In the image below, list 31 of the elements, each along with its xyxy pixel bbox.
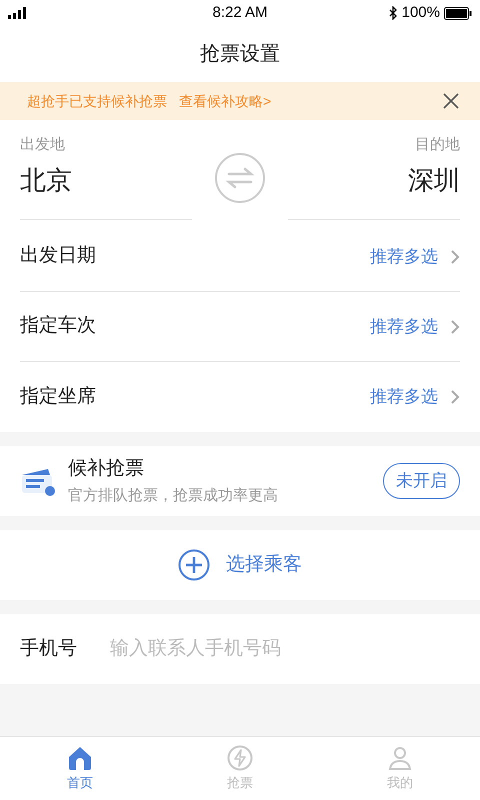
option-row[interactable]: 指定车次 推荐多选 bbox=[20, 292, 460, 362]
waitlist-title: 候补抢票 bbox=[68, 456, 145, 480]
phone-input[interactable]: 输入联系人手机号码 bbox=[110, 614, 480, 684]
home-icon bbox=[67, 744, 93, 771]
chevron-right-icon bbox=[450, 389, 460, 405]
to-city[interactable]: 深圳 bbox=[408, 160, 460, 200]
waitlist-toggle-button[interactable]: 未开启 bbox=[383, 463, 460, 499]
option-row[interactable]: 出发日期 推荐多选 bbox=[20, 222, 460, 292]
notice-text: 超抢手已支持候补抢票 bbox=[27, 92, 167, 110]
select-passenger-button[interactable]: 选择乘客 bbox=[178, 549, 302, 581]
phone-label: 手机号 bbox=[0, 614, 110, 684]
swap-icon bbox=[214, 152, 266, 204]
from-label: 出发地 bbox=[20, 135, 66, 155]
plus-icon bbox=[178, 549, 210, 581]
status-time: 8:22 AM bbox=[212, 2, 268, 23]
signal-icon bbox=[8, 7, 28, 19]
tab-item[interactable]: 首页 bbox=[0, 737, 160, 800]
person-icon bbox=[387, 744, 413, 771]
page-title: 抢票设置 bbox=[200, 42, 280, 67]
chevron-right-icon bbox=[450, 318, 460, 334]
to-label: 目的地 bbox=[415, 135, 460, 155]
option-row[interactable]: 指定坐席 推荐多选 bbox=[20, 362, 460, 432]
close-icon bbox=[443, 93, 459, 109]
guide-link[interactable]: 查看候补攻略> bbox=[179, 90, 272, 112]
lightning-icon bbox=[227, 744, 253, 771]
from-city[interactable]: 北京 bbox=[20, 160, 192, 200]
battery-percent: 100% bbox=[402, 2, 440, 23]
waitlist-subtitle: 官方排队抢票，抢票成功率更高 bbox=[68, 486, 278, 506]
battery-icon bbox=[444, 6, 472, 20]
chevron-right-icon bbox=[450, 248, 460, 264]
bluetooth-icon bbox=[388, 6, 398, 20]
